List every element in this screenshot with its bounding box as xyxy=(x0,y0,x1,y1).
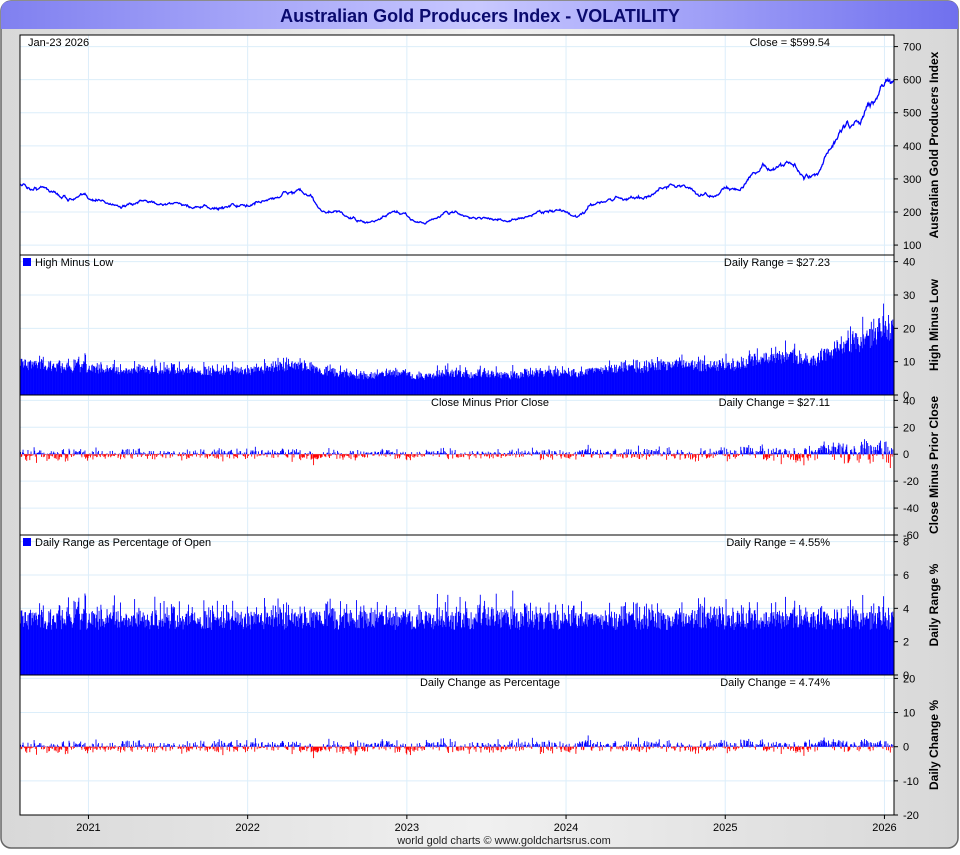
y-tick-label: 300 xyxy=(903,174,921,186)
value-annotation: Close = $599.54 xyxy=(750,37,830,49)
panel-change: -60-40-2002040Daily Change = $27.11Close… xyxy=(20,395,941,542)
y-tick-label: 4 xyxy=(903,603,909,615)
value-annotation: Daily Range = $27.23 xyxy=(724,257,830,269)
y-tick-label: 400 xyxy=(903,141,921,153)
y-axis-label: Australian Gold Producers Index xyxy=(927,51,941,238)
y-tick-label: 500 xyxy=(903,108,921,120)
volatility-chart: Australian Gold Producers Index - VOLATI… xyxy=(0,0,960,850)
y-tick-label: 20 xyxy=(903,422,915,434)
legend-swatch xyxy=(23,258,31,266)
y-tick-label: 10 xyxy=(903,357,915,369)
y-tick-label: 600 xyxy=(903,75,921,87)
date-label: Jan-23 2026 xyxy=(28,37,89,49)
y-tick-label: 2 xyxy=(903,637,909,649)
panel-rangepct: 02468Daily Range = 4.55%Daily Range %Dai… xyxy=(20,535,941,682)
y-tick-label: 40 xyxy=(903,395,915,407)
legend-label: Daily Range as Percentage of Open xyxy=(35,537,211,549)
y-tick-label: 6 xyxy=(903,570,909,582)
y-tick-label: 100 xyxy=(903,240,921,252)
y-axis-label: Close Minus Prior Close xyxy=(927,396,941,534)
y-tick-label: 8 xyxy=(903,537,909,549)
y-tick-label: 30 xyxy=(903,290,915,302)
y-tick-label: 20 xyxy=(903,323,915,335)
plot-area xyxy=(20,35,894,255)
y-tick-label: -40 xyxy=(903,503,919,515)
plot-area xyxy=(20,395,894,535)
panel-title: Close Minus Prior Close xyxy=(431,397,549,409)
value-annotation: Daily Range = 4.55% xyxy=(726,537,830,549)
y-tick-label: 40 xyxy=(903,257,915,269)
legend-swatch xyxy=(23,538,31,546)
y-tick-label: 700 xyxy=(903,42,921,54)
y-axis-label: Daily Range % xyxy=(927,563,941,646)
value-annotation: Daily Change = $27.11 xyxy=(719,397,830,409)
chart-title: Australian Gold Producers Index - VOLATI… xyxy=(280,6,680,26)
panel-close: 100 200 300 400 500 600 700 Close = $599.54 Aust… xyxy=(20,35,941,255)
panel-range: 010203040Daily Range = $27.23High Minus … xyxy=(20,255,941,402)
y-tick-label: -20 xyxy=(903,476,919,488)
y-tick-label: 200 xyxy=(903,207,921,219)
y-tick-label: 0 xyxy=(903,449,909,461)
legend-label: High Minus Low xyxy=(35,257,113,269)
y-axis-label: High Minus Low xyxy=(927,278,941,371)
panel-changepct: -20-1001020Daily Change = 4.74%Daily Cha… xyxy=(20,673,941,822)
